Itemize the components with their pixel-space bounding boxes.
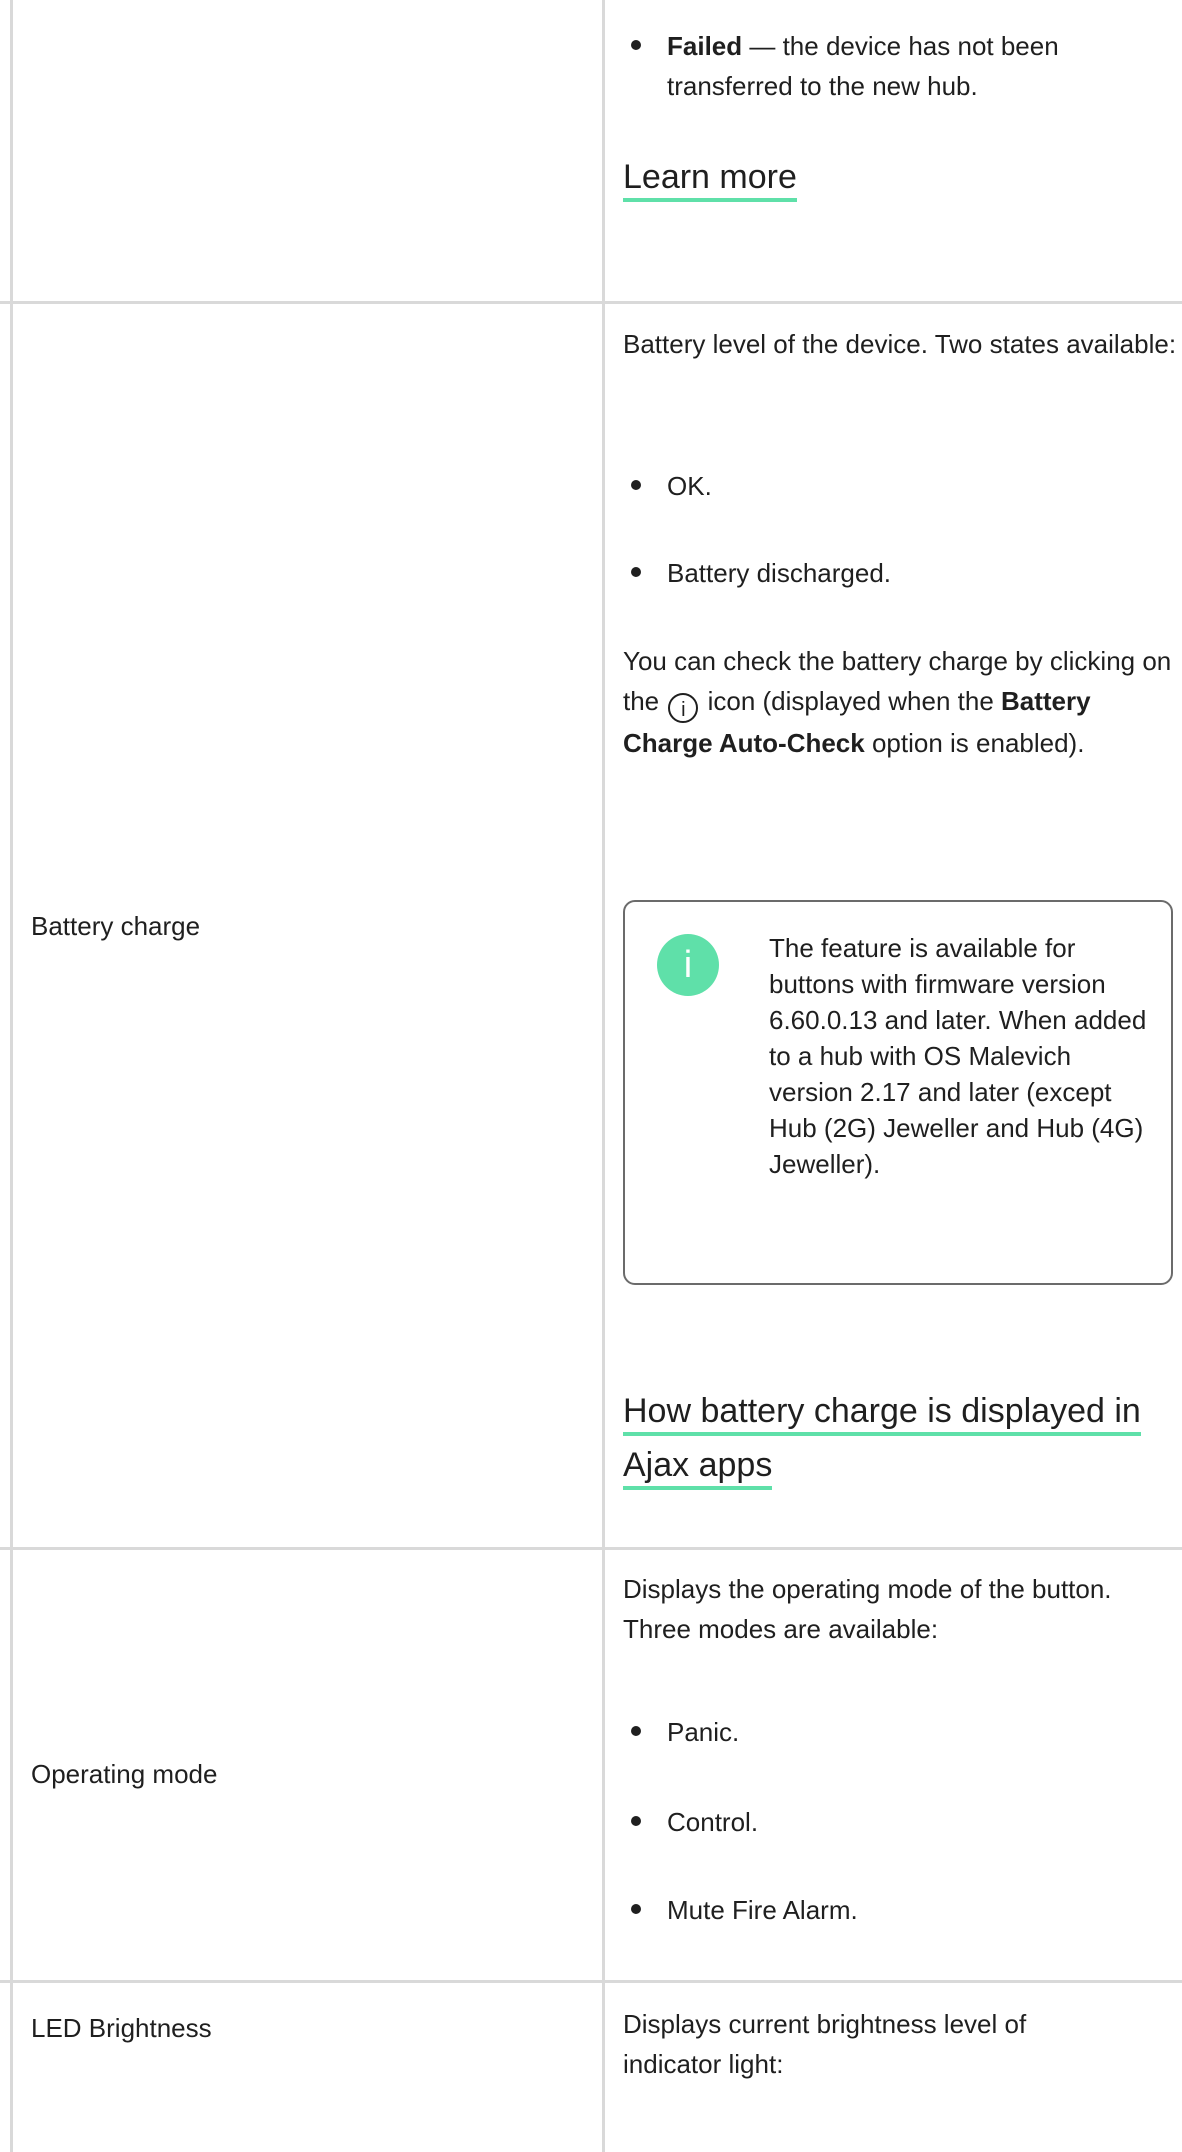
info-note-text: The feature is available for buttons wit… xyxy=(769,933,1147,1179)
battery-intro: Battery level of the device. Two states … xyxy=(623,329,1177,359)
column-divider xyxy=(602,0,605,2152)
battery-check-text-middle: icon (displayed when the xyxy=(700,686,1001,716)
list-item: Failed — the device has not been transfe… xyxy=(623,26,1178,106)
list-item: Mute Fire Alarm. xyxy=(623,1890,1178,1930)
failed-status-label: Failed xyxy=(667,31,743,61)
led-brightness-intro: Displays current brightness level of ind… xyxy=(623,2009,1027,2079)
list-item: Panic. xyxy=(623,1712,1178,1752)
list-item: Control. xyxy=(623,1802,1178,1842)
info-icon: i xyxy=(657,934,719,996)
row-divider xyxy=(0,301,1182,304)
table-border-left xyxy=(10,0,13,2152)
led-brightness-label: LED Brightness xyxy=(31,2013,212,2043)
battery-charge-label: Battery charge xyxy=(31,911,201,941)
operating-mode-intro: Displays the operating mode of the butto… xyxy=(623,1574,1112,1644)
battery-display-link[interactable]: How battery charge is displayed in Ajax … xyxy=(623,1384,1168,1492)
operating-mode-label: Operating mode xyxy=(31,1759,218,1789)
learn-more-link[interactable]: Learn more xyxy=(623,150,797,204)
info-note: i The feature is available for buttons w… xyxy=(623,900,1173,1285)
info-icon: i xyxy=(668,693,699,723)
row-divider xyxy=(0,1980,1182,1983)
list-item: Battery discharged. xyxy=(623,553,1178,593)
learn-more-link-text[interactable]: Learn more xyxy=(623,158,797,202)
list-item: OK. xyxy=(623,466,1178,506)
row-divider xyxy=(0,1547,1182,1550)
battery-check-text: You can check the battery charge by clic… xyxy=(623,641,1178,763)
battery-check-text-end: option is enabled). xyxy=(864,728,1085,758)
properties-table: Failed — the device has not been transfe… xyxy=(0,0,1182,2152)
battery-display-link-text[interactable]: How battery charge is displayed in Ajax … xyxy=(623,1392,1141,1490)
